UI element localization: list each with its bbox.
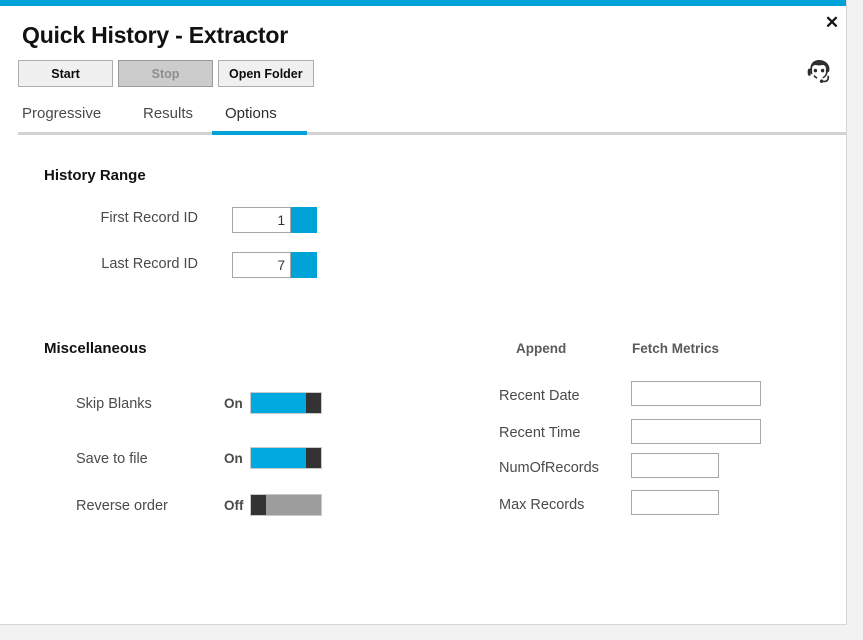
toggle-track [251, 393, 306, 413]
screen-canvas: ✕ Quick History - Extractor Start Stop O… [0, 0, 863, 640]
tab-progressive[interactable]: Progressive [22, 105, 101, 133]
max-records-input[interactable] [631, 490, 719, 515]
first-record-id-input[interactable]: 1 [232, 207, 291, 233]
headset-support-avatar-icon[interactable] [802, 56, 836, 90]
history-range-heading: History Range [44, 167, 146, 184]
recent-date-label: Recent Date [499, 388, 580, 404]
toolbar: Start Stop Open Folder [18, 60, 314, 87]
skip-blanks-state: On [224, 396, 243, 411]
recent-time-label: Recent Time [499, 425, 581, 441]
page-title: Quick History - Extractor [22, 22, 288, 48]
open-folder-button[interactable]: Open Folder [218, 60, 314, 87]
fetch-metrics-column-header: Fetch Metrics [632, 341, 720, 356]
skip-blanks-label: Skip Blanks [76, 396, 152, 412]
num-of-records-label: NumOfRecords [499, 460, 599, 476]
toggle-track [266, 495, 321, 515]
reverse-order-state: Off [224, 498, 244, 513]
save-to-file-toggle[interactable] [250, 447, 322, 469]
first-record-id-spin-buttons[interactable] [291, 207, 317, 233]
last-record-id-spin-buttons[interactable] [291, 252, 317, 278]
toggle-thumb [251, 495, 266, 515]
close-window-button[interactable]: ✕ [820, 10, 844, 34]
reverse-order-label: Reverse order [76, 498, 168, 514]
tab-options[interactable]: Options [225, 105, 277, 133]
recent-date-input[interactable] [631, 381, 761, 406]
application-window: ✕ Quick History - Extractor Start Stop O… [0, 0, 847, 625]
last-record-id-stepper[interactable]: 7 [232, 252, 317, 278]
save-to-file-label: Save to file [76, 451, 148, 467]
miscellaneous-heading: Miscellaneous [44, 340, 147, 357]
tab-results[interactable]: Results [143, 105, 193, 133]
save-to-file-state: On [224, 451, 243, 466]
window-accent-bar [0, 0, 846, 6]
toggle-track [251, 448, 306, 468]
start-button[interactable]: Start [18, 60, 113, 87]
last-record-id-input[interactable]: 7 [232, 252, 291, 278]
append-column-header: Append [516, 341, 567, 356]
max-records-label: Max Records [499, 497, 585, 513]
num-of-records-input[interactable] [631, 453, 719, 478]
tab-active-indicator [212, 131, 307, 135]
first-record-id-stepper[interactable]: 1 [232, 207, 317, 233]
tab-separator [18, 132, 846, 135]
toggle-thumb [306, 448, 321, 468]
stop-button[interactable]: Stop [118, 60, 213, 87]
toggle-thumb [306, 393, 321, 413]
first-record-id-label: First Record ID [100, 210, 199, 226]
recent-time-input[interactable] [631, 419, 761, 444]
skip-blanks-toggle[interactable] [250, 392, 322, 414]
reverse-order-toggle[interactable] [250, 494, 322, 516]
last-record-id-label: Last Record ID [101, 256, 198, 272]
